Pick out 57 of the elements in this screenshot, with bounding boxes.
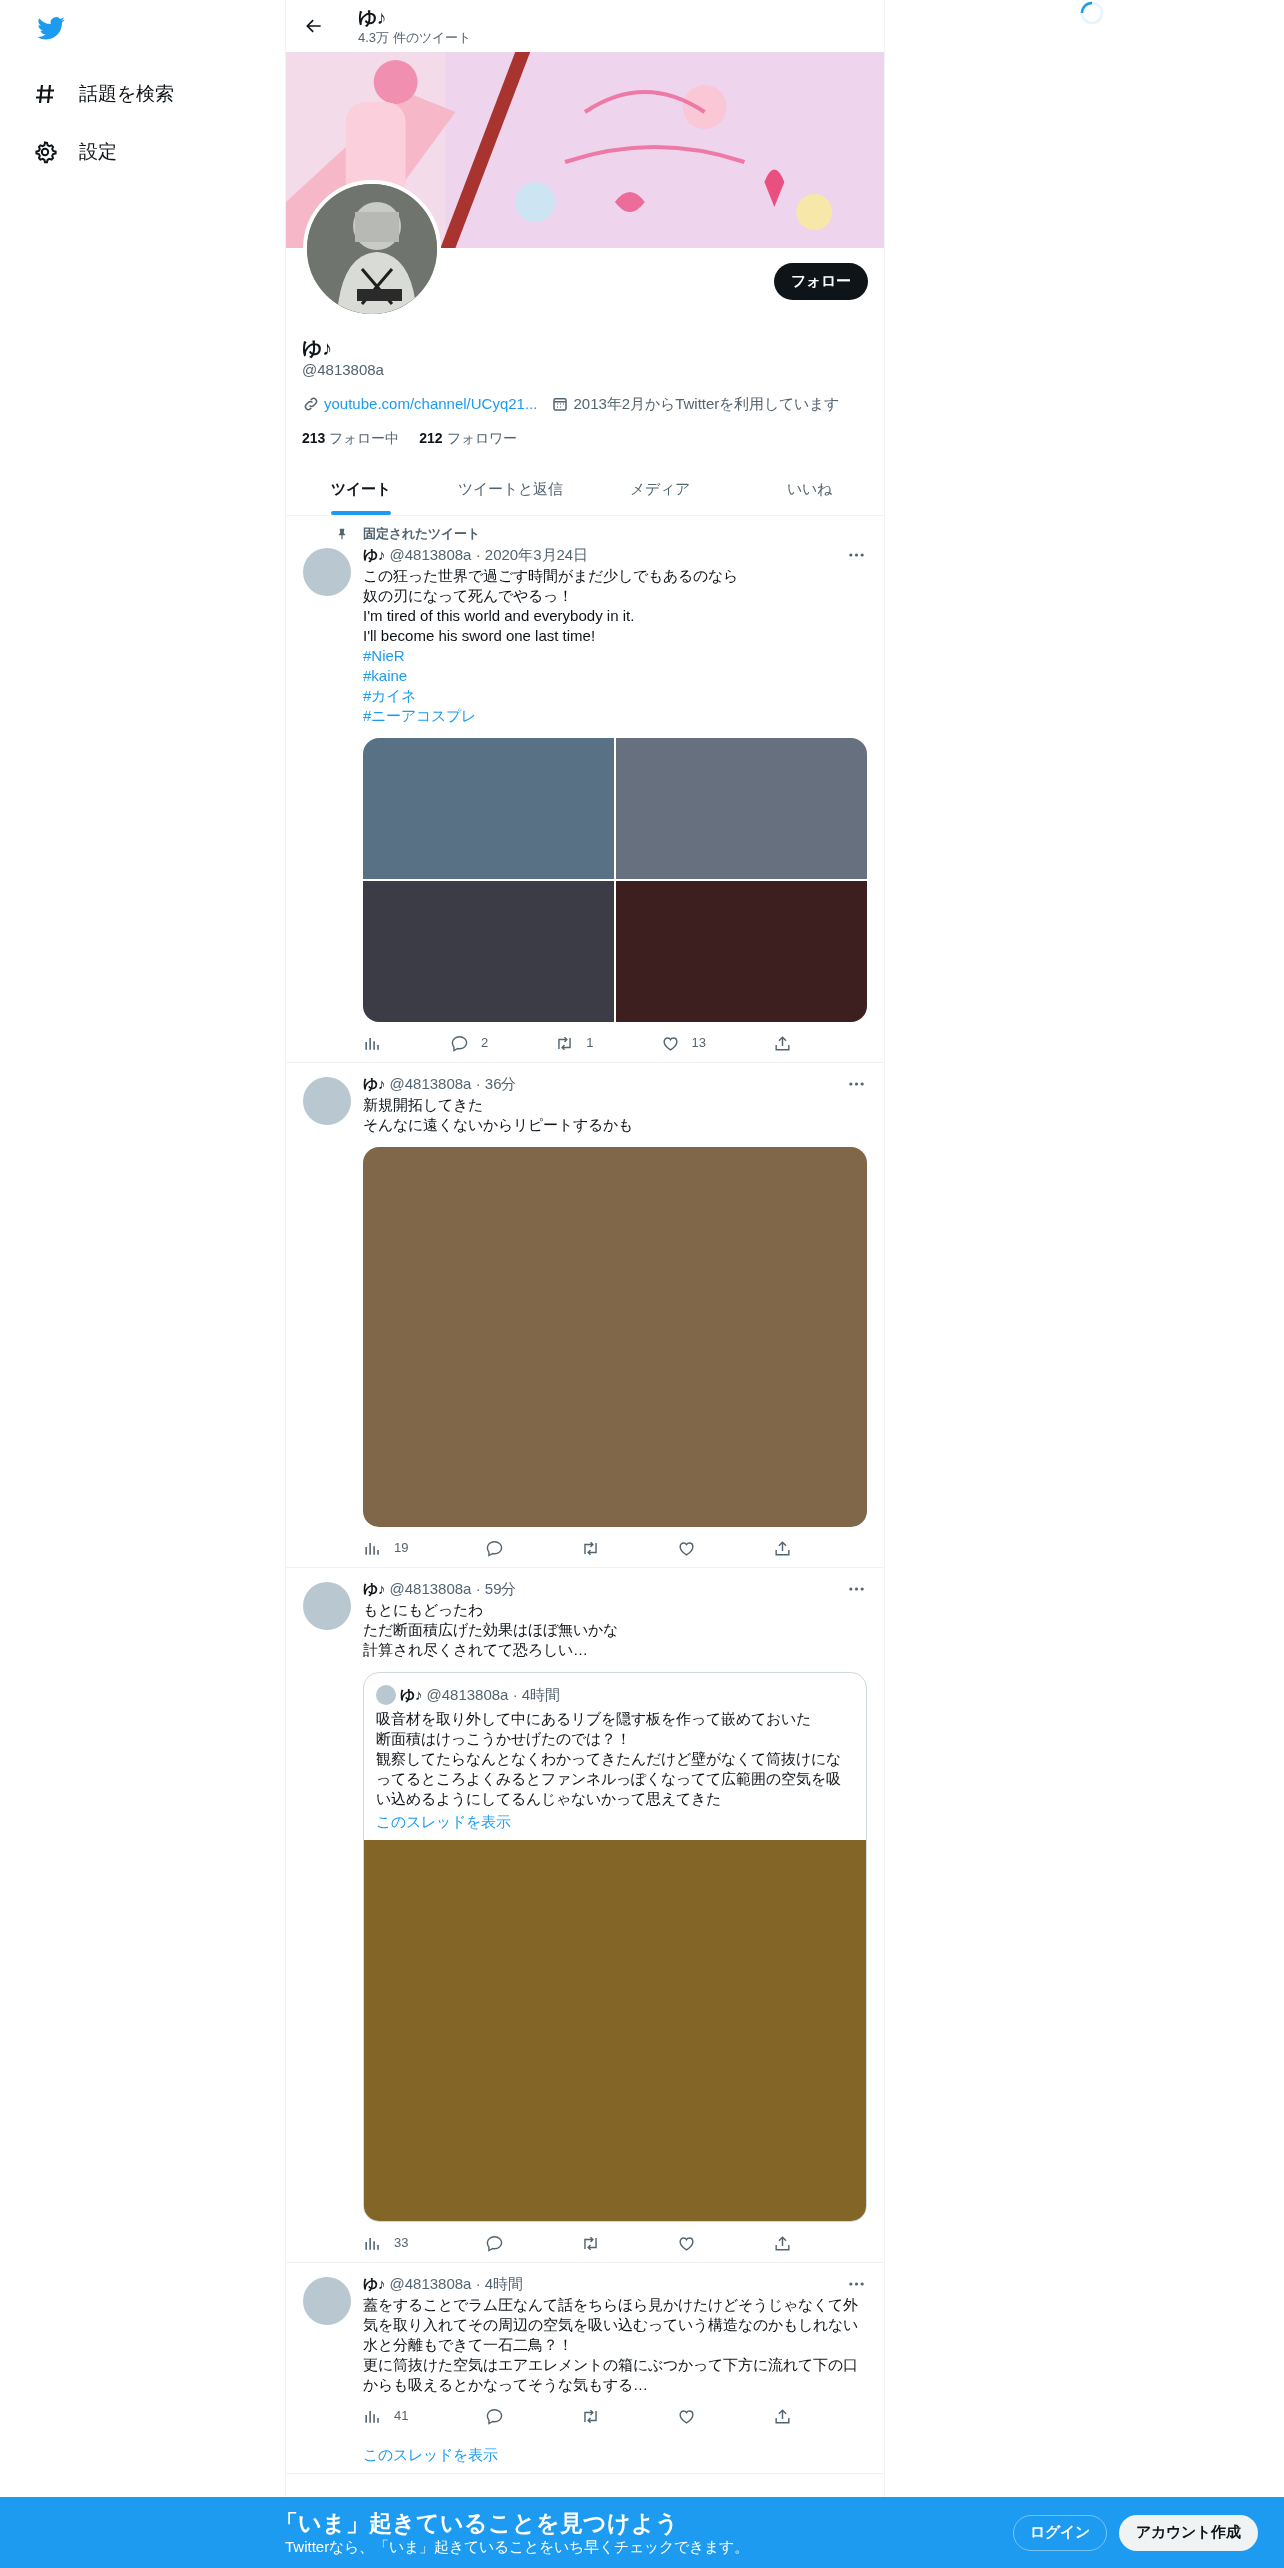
tweet-count: 4.3万 件のツイート <box>358 30 471 46</box>
more-icon[interactable] <box>848 552 865 558</box>
tweet-meta: @4813808a · 2020年3月24日 <box>389 544 590 565</box>
join-date: 2013年2月からTwitterを利用しています <box>573 394 840 414</box>
tab[interactable]: ツイート <box>330 463 391 515</box>
follower-count[interactable]: 212 フォロワー <box>419 428 517 449</box>
speech-bubble-icon[interactable] <box>484 2233 504 2253</box>
tweet-meta: @4813808a · 36分 <box>389 1073 518 1094</box>
author-name: ゆ♪ <box>363 2273 386 2294</box>
tab[interactable]: メディア <box>629 463 690 515</box>
tab[interactable]: いいね <box>786 463 832 515</box>
tab[interactable]: ツイートと返信 <box>457 463 563 515</box>
speech-bubble-icon[interactable] <box>484 1538 504 1558</box>
action-count: 33 <box>394 2234 409 2253</box>
profile-name: ゆ♪ <box>358 6 388 30</box>
banner-subtitle: Twitterなら、「いま」起きていることをいち早くチェックできます。 <box>285 2536 751 2557</box>
tweet-text: もとにもどったわ ただ断面積広げた効果はほぼ無いかな 計算され尽くされてて恐ろしい… <box>363 1600 619 1660</box>
pinned-label: 固定されたツイート <box>363 525 480 544</box>
tweet-text: この狂った世界で過ごす時間がまだ少しでもあるのなら 奴の刃になって死んでやるっ！ I'm tired of this world and everybody in it. I'll become his sword one last time! #NieR #kaine #カイネ #ニーアコスプレ <box>363 566 739 726</box>
sidebar-item[interactable]: 話題を検索 <box>33 65 190 123</box>
share-icon[interactable] <box>772 2406 792 2426</box>
more-icon[interactable] <box>848 1081 865 1087</box>
following-count[interactable]: 213 フォロー中 <box>302 428 400 449</box>
more-icon[interactable] <box>848 1586 865 1592</box>
speech-bubble-icon[interactable] <box>450 1033 469 1053</box>
profile-handle: @4813808a <box>302 360 385 380</box>
tweet-text: 新規開拓してきた そんなに遠くないからリピートするかも <box>363 1095 634 1135</box>
author-name: ゆ♪ <box>363 1578 386 1599</box>
action-count: 1 <box>586 1034 594 1053</box>
profile-name: ゆ♪ <box>302 336 333 360</box>
quoted-tweet-text: 吸音材を取り外して中にあるリブを隠す板を作って嵌めておいた 断面積はけっこうかせげたのでは？！ 観察してたらなんとなくわかってきたんだけど壁がなくて筒抜けになってるところよくみるとファンネルっぽくなってて広範囲の空気を吸い込めるようにしてるんじゃないかって思えてきた <box>376 1709 842 1809</box>
tweet-meta: @4813808a · 4時間 <box>426 1684 561 1705</box>
action-count: 41 <box>394 2407 409 2426</box>
speech-bubble-icon[interactable] <box>484 2406 504 2426</box>
share-icon[interactable] <box>773 1033 792 1053</box>
link-icon <box>302 395 320 413</box>
action-count: 19 <box>394 1539 409 1558</box>
share-icon[interactable] <box>772 2233 792 2253</box>
author-name: ゆ♪ <box>363 544 386 565</box>
share-icon[interactable] <box>772 1538 792 1558</box>
calendar-icon <box>551 395 570 413</box>
more-icon[interactable] <box>848 2281 865 2287</box>
tweet-meta: @4813808a · 59分 <box>389 1578 518 1599</box>
hash-icon <box>33 82 57 106</box>
follow-button[interactable]: フォロー <box>774 263 868 300</box>
settings-icon <box>33 140 57 164</box>
sidebar-item[interactable]: 設定 <box>33 123 133 181</box>
avatar <box>376 1685 396 1705</box>
author-name: ゆ♪ <box>363 1073 386 1094</box>
author-name: ゆ♪ <box>400 1684 423 1705</box>
action-count: 13 <box>691 1034 706 1053</box>
sign-up-button[interactable]: アカウント作成 <box>1119 2514 1258 2551</box>
banner-title: 「いま」起きていることを見つけよう <box>275 2508 680 2537</box>
loading-spinner-icon <box>1080 1 1104 25</box>
tweet-text: 蓋をすることでラム圧なんて話をちらほら見かけたけどそうじゃなくて外気を取り入れてその周辺の空気を吸い込むっていう構造なのかもしれない 水と分離もできて一石二鳥？！ 更に筒抜けた空気はエアエレメントの箱にぶつかって下方に流れて下の口からも吸えるとかなってそうな気もする… <box>363 2295 859 2395</box>
tweet-meta: @4813808a · 4時間 <box>389 2273 525 2294</box>
action-count: 2 <box>481 1034 489 1053</box>
